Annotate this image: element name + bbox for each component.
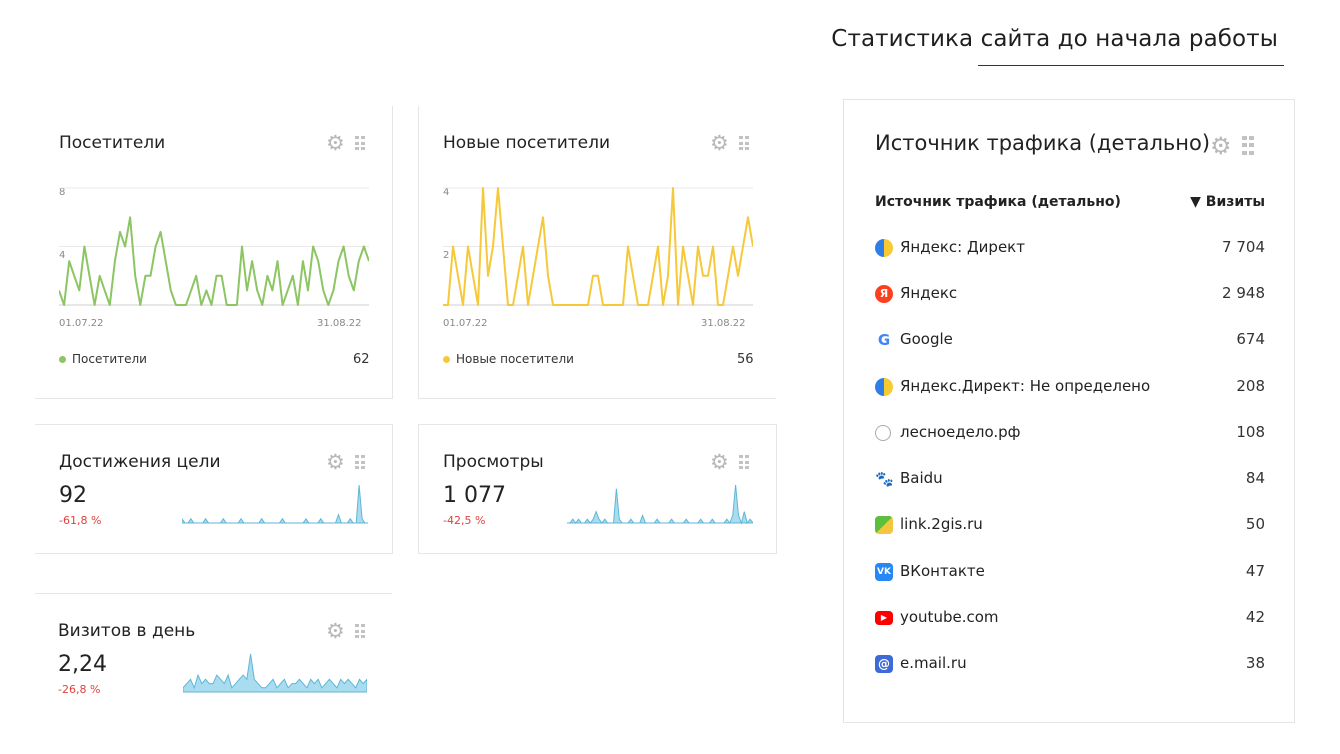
source-name: Baidu — [900, 469, 943, 487]
source-name: ВКонтакте — [900, 562, 985, 580]
google-icon: G — [875, 331, 893, 349]
column-header-source[interactable]: Источник трафика (детально) — [875, 194, 1121, 210]
drag-handle-icon[interactable] — [738, 455, 749, 470]
source-name: Яндекс.Директ: Не определено — [900, 377, 1151, 395]
gear-icon[interactable]: ⚙ — [1210, 134, 1232, 158]
table-row[interactable]: ▶ youtube.com 42 — [875, 607, 1265, 631]
table-row[interactable]: link.2gis.ru 50 — [875, 514, 1265, 538]
gear-icon[interactable]: ⚙ — [326, 133, 345, 154]
gear-icon[interactable]: ⚙ — [326, 452, 345, 473]
table-row[interactable]: Яндекс.Директ: Не определено 208 — [875, 376, 1265, 400]
metric-value: 92 — [59, 483, 87, 508]
goals-widget: Достижения цели ⚙ 92 -61,8 % — [35, 424, 393, 554]
table-row[interactable]: @ e.mail.ru 38 — [875, 653, 1265, 677]
visits-value: 2 948 — [1222, 284, 1265, 302]
source-name: Яндекс — [900, 284, 958, 302]
legend-label: Посетители — [72, 352, 147, 366]
traffic-source-widget: Источник трафика (детально) ⚙ Источник т… — [843, 99, 1295, 723]
x-end-label: 31.08.22 — [317, 318, 362, 329]
views-sparkline — [567, 484, 753, 525]
yandex-direct-icon — [875, 239, 893, 257]
2gis-icon — [875, 516, 893, 534]
table-row[interactable]: VK ВКонтакте 47 — [875, 561, 1265, 585]
x-start-label: 01.07.22 — [59, 318, 104, 329]
page-title: Статистика сайта до начала работы — [831, 26, 1278, 52]
visits-per-day-sparkline — [183, 653, 367, 693]
globe-icon — [875, 425, 891, 441]
drag-handle-icon[interactable] — [354, 455, 365, 470]
yandex-direct-icon — [875, 378, 893, 396]
visitors-line-chart — [59, 187, 369, 306]
visits-value: 84 — [1245, 469, 1265, 487]
baidu-icon: 🐾 — [875, 470, 894, 488]
visits-value: 50 — [1245, 515, 1265, 533]
sparkline-area — [183, 653, 367, 693]
legend-dot — [59, 355, 66, 363]
metric-change: -42,5 % — [443, 514, 486, 527]
views-widget: Просмотры ⚙ 1 077 -42,5 % — [418, 424, 777, 554]
mail-icon: @ — [875, 655, 893, 673]
legend-value: 56 — [737, 352, 754, 367]
series-line — [59, 216, 369, 306]
widget-title: Достижения цели — [59, 452, 221, 472]
source-name: Google — [900, 330, 953, 348]
legend-label: Новые посетители — [456, 352, 574, 366]
source-name: e.mail.ru — [900, 654, 967, 672]
table-row[interactable]: Яндекс: Директ 7 704 — [875, 237, 1265, 261]
metric-change: -61,8 % — [59, 514, 102, 527]
drag-handle-icon[interactable] — [1241, 136, 1254, 156]
visits-value: 108 — [1236, 423, 1265, 441]
new-visitors-widget: Новые посетители ⚙ 4 2 01.07.22 31.08.22… — [418, 106, 776, 399]
title-underline — [978, 65, 1284, 66]
youtube-icon: ▶ — [875, 611, 893, 625]
gear-icon[interactable]: ⚙ — [710, 452, 729, 473]
visitors-widget: Посетители ⚙ 8 4 01.07.22 31.08.22 Посет… — [35, 106, 393, 399]
widget-title: Посетители — [59, 133, 166, 153]
goals-sparkline — [182, 484, 368, 524]
metric-value: 2,24 — [58, 652, 107, 677]
vk-icon: VK — [875, 563, 893, 581]
yandex-icon: Я — [875, 285, 893, 303]
source-name: Яндекс: Директ — [900, 238, 1025, 256]
widget-title: Источник трафика (детально) — [875, 131, 1211, 155]
table-row[interactable]: 🐾 Baidu 84 — [875, 468, 1265, 492]
sparkline-area — [182, 484, 368, 524]
visits-value: 7 704 — [1222, 238, 1265, 256]
table-row[interactable]: G Google 674 — [875, 329, 1265, 353]
table-row[interactable]: Я Яндекс 2 948 — [875, 283, 1265, 307]
source-name: youtube.com — [900, 608, 999, 626]
table-row[interactable]: лесноеделo.рф 108 — [875, 422, 1265, 446]
visits-value: 42 — [1245, 608, 1265, 626]
chart-legend: Новые посетители — [443, 352, 574, 366]
x-end-label: 31.08.22 — [701, 318, 746, 329]
visits-per-day-widget: Визитов в день ⚙ 2,24 -26,8 % — [35, 593, 392, 722]
visits-value: 208 — [1236, 377, 1265, 395]
source-name: лесноеделo.рф — [900, 423, 1021, 441]
widget-title: Новые посетители — [443, 133, 611, 153]
column-header-visits[interactable]: ▼ Визиты — [1190, 194, 1265, 210]
new-visitors-line-chart — [443, 187, 753, 306]
visits-value: 38 — [1245, 654, 1265, 672]
legend-dot — [443, 355, 450, 363]
chart-legend: Посетители — [59, 352, 147, 366]
drag-handle-icon[interactable] — [738, 136, 749, 151]
visits-value: 674 — [1236, 330, 1265, 348]
widget-title: Визитов в день — [58, 621, 196, 641]
visits-value: 47 — [1245, 562, 1265, 580]
widget-title: Просмотры — [443, 452, 544, 472]
sparkline-area — [567, 484, 753, 525]
drag-handle-icon[interactable] — [354, 624, 365, 639]
gear-icon[interactable]: ⚙ — [326, 621, 345, 642]
drag-handle-icon[interactable] — [354, 136, 365, 151]
legend-value: 62 — [353, 352, 370, 367]
x-start-label: 01.07.22 — [443, 318, 488, 329]
table-header: Источник трафика (детально) ▼ Визиты — [875, 194, 1265, 210]
source-name: link.2gis.ru — [900, 515, 983, 533]
metric-change: -26,8 % — [58, 683, 101, 696]
metric-value: 1 077 — [443, 483, 506, 508]
gear-icon[interactable]: ⚙ — [710, 133, 729, 154]
